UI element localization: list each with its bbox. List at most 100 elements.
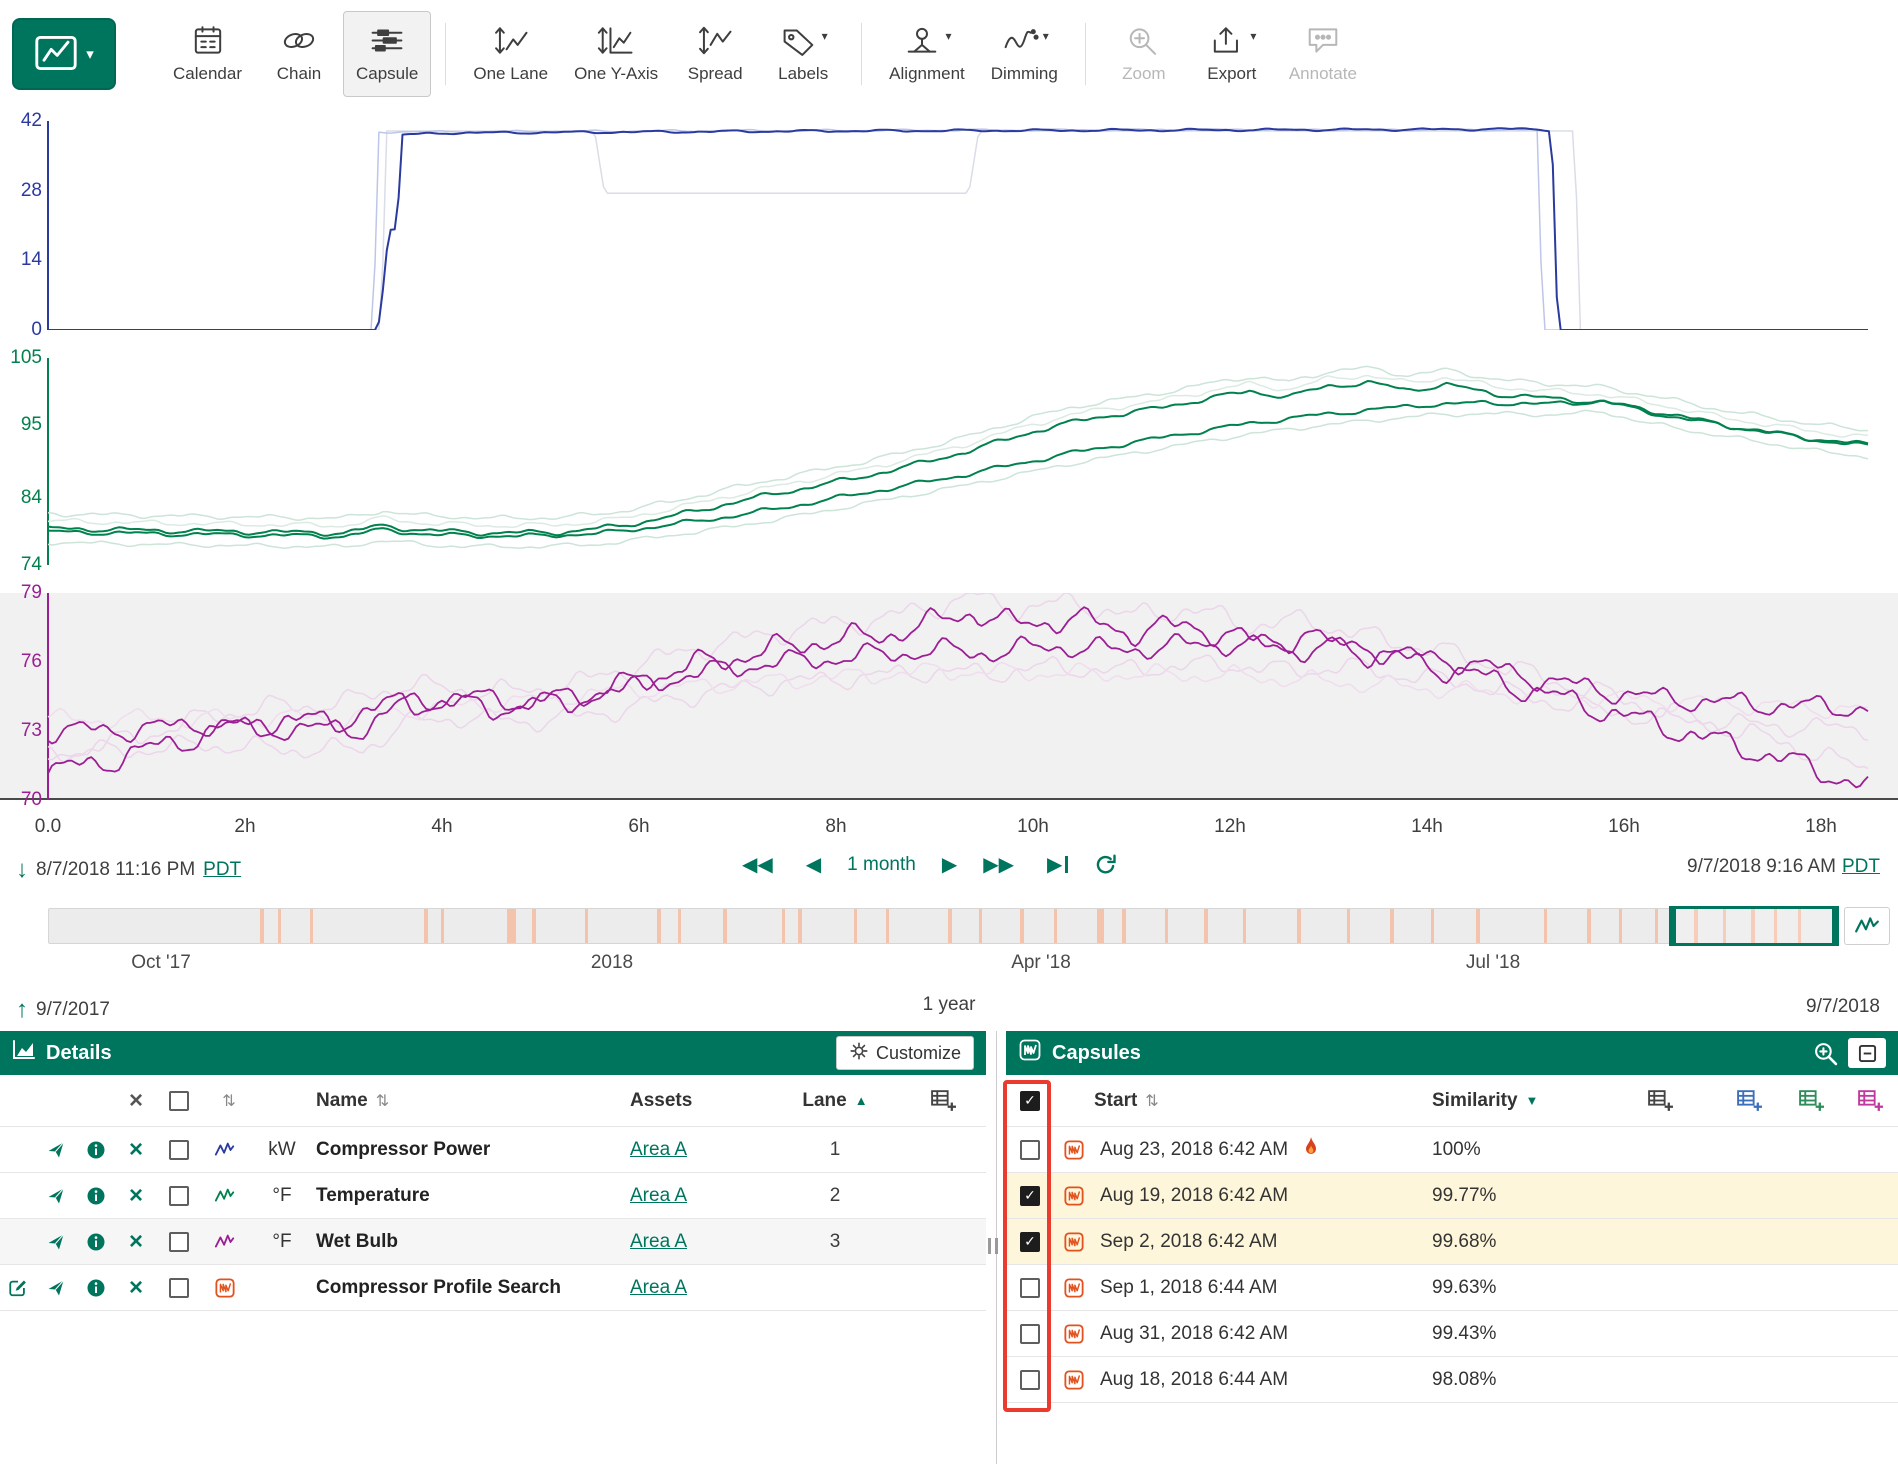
capsule-stripe — [1587, 909, 1591, 943]
zoom-to-capsule-icon[interactable] — [1813, 1041, 1838, 1066]
x-axis-tick-label: 4h — [431, 816, 452, 838]
capsule-row[interactable]: Aug 23, 2018 6:42 AM 100% — [1006, 1127, 1898, 1173]
item-name[interactable]: Temperature — [316, 1185, 630, 1207]
details-row[interactable]: × °F Wet Bulb Area A 3 — [0, 1219, 986, 1265]
remove-icon[interactable]: × — [116, 1276, 156, 1300]
step-forward-button[interactable]: ▶ — [942, 852, 957, 877]
asset-link[interactable]: Area A — [630, 1231, 687, 1253]
details-row[interactable]: × °F Temperature Area A 2 — [0, 1173, 986, 1219]
lane-temperature[interactable]: 105958474 — [0, 358, 1898, 565]
timezone-link[interactable]: PDT — [1842, 856, 1880, 878]
remove-icon[interactable]: × — [116, 1230, 156, 1254]
add-column-icon[interactable] — [1632, 1088, 1688, 1113]
toolbar-spread-button[interactable]: Spread — [671, 11, 759, 97]
refresh-icon[interactable] — [1094, 853, 1118, 877]
asset-link[interactable]: Area A — [630, 1277, 687, 1299]
navigate-icon[interactable] — [36, 1278, 76, 1298]
timezone-link[interactable]: PDT — [203, 859, 241, 881]
asset-link[interactable]: Area A — [630, 1185, 687, 1207]
series-wet-bulb-b — [48, 607, 1868, 787]
jump-to-end-button[interactable]: ▶ — [1047, 852, 1068, 877]
capsule-checkbox[interactable] — [1020, 1324, 1040, 1344]
info-icon[interactable] — [76, 1232, 116, 1252]
toolbar-export-button[interactable]: ▾ Export — [1188, 11, 1276, 97]
toolbar-chain-button[interactable]: Chain — [255, 11, 343, 97]
capsule-row[interactable]: Aug 31, 2018 6:42 AM 99.43% — [1006, 1311, 1898, 1357]
row-checkbox[interactable] — [169, 1140, 189, 1160]
display-range-selector[interactable] — [1676, 906, 1832, 946]
column-header-start[interactable]: Start — [1094, 1090, 1137, 1112]
remove-icon[interactable]: × — [116, 1184, 156, 1208]
capsule-stripe — [585, 909, 588, 943]
capsule-stripe — [532, 909, 536, 943]
info-icon[interactable] — [76, 1140, 116, 1160]
capsule-row[interactable]: Aug 18, 2018 6:44 AM 98.08% — [1006, 1357, 1898, 1403]
stats-column-magenta-icon[interactable] — [1842, 1088, 1898, 1113]
capsule-row[interactable]: ✓ Aug 19, 2018 6:42 AM 99.77% — [1006, 1173, 1898, 1219]
lane-compressor-power[interactable]: 4228140 — [0, 121, 1898, 330]
capsule-stripe — [1054, 909, 1057, 943]
asset-link[interactable]: Area A — [630, 1139, 687, 1161]
capsule-checkbox[interactable] — [1020, 1278, 1040, 1298]
toolbar-annotate-button[interactable]: Annotate — [1276, 11, 1370, 97]
capsule-checkbox[interactable] — [1020, 1370, 1040, 1390]
details-row[interactable]: × kW Compressor Power Area A 1 — [0, 1127, 986, 1173]
jump-forward-button[interactable]: ▶▶ — [983, 852, 1021, 877]
navigate-icon[interactable] — [36, 1232, 76, 1252]
capsules-panel-title: Capsules — [1052, 1042, 1141, 1065]
item-name[interactable]: Compressor Power — [316, 1139, 630, 1161]
toolbar-dimming-button[interactable]: ▾ Dimming — [978, 11, 1071, 97]
panel-resize-handle[interactable] — [988, 1238, 998, 1254]
toolbar-zoom-button[interactable]: Zoom — [1100, 11, 1188, 97]
info-icon[interactable] — [76, 1278, 116, 1298]
column-header-similarity[interactable]: Similarity — [1432, 1090, 1518, 1112]
select-all-capsules-checkbox[interactable]: ✓ — [1020, 1091, 1040, 1111]
step-size-label[interactable]: 1 month — [847, 854, 916, 876]
capsules-table-header: ✓ Start⇅ Similarity▼ — [1006, 1075, 1898, 1127]
timeline-signal-button[interactable] — [1844, 907, 1890, 945]
details-row[interactable]: × Compressor Profile Search Area A — [0, 1265, 986, 1311]
column-header-name[interactable]: Name — [316, 1090, 368, 1112]
shrink-range-icon[interactable]: ↓ — [16, 856, 28, 884]
add-column-icon[interactable] — [900, 1088, 986, 1113]
row-checkbox[interactable] — [169, 1186, 189, 1206]
row-checkbox[interactable] — [169, 1232, 189, 1252]
toolbar-alignment-button[interactable]: ▾ Alignment — [876, 11, 978, 97]
customize-button[interactable]: Customize — [836, 1036, 974, 1070]
info-icon[interactable] — [76, 1186, 116, 1206]
toolbar-calendar-button[interactable]: Calendar — [160, 11, 255, 97]
capsule-row[interactable]: Sep 1, 2018 6:44 AM 99.63% — [1006, 1265, 1898, 1311]
step-back-button[interactable]: ◀ — [806, 852, 821, 877]
toolbar-one-lane-button[interactable]: One Lane — [460, 11, 561, 97]
edit-icon[interactable] — [0, 1278, 36, 1298]
lane-wet-bulb[interactable]: 79767370 — [0, 593, 1898, 800]
toolbar-capsule-button[interactable]: Capsule — [343, 11, 431, 97]
jump-back-button[interactable]: ◀◀ — [742, 852, 780, 877]
capsule-similarity: 99.63% — [1432, 1277, 1632, 1299]
navigate-icon[interactable] — [36, 1140, 76, 1160]
remove-icon[interactable]: × — [116, 1138, 156, 1162]
item-name[interactable]: Compressor Profile Search — [316, 1277, 630, 1299]
worksheet-view-button[interactable]: ▾ — [12, 18, 116, 90]
capsule-checkbox[interactable]: ✓ — [1020, 1232, 1040, 1252]
collapse-panel-button[interactable] — [1848, 1038, 1886, 1068]
navigate-icon[interactable] — [36, 1186, 76, 1206]
item-name[interactable]: Wet Bulb — [316, 1231, 630, 1253]
capsule-checkbox[interactable]: ✓ — [1020, 1186, 1040, 1206]
investigate-timeline[interactable] — [48, 908, 1838, 944]
toolbar-labels-button[interactable]: ▾ Labels — [759, 11, 847, 97]
capsule-similarity: 99.43% — [1432, 1323, 1632, 1345]
column-header-lane[interactable]: Lane — [802, 1090, 846, 1112]
capsule-row[interactable]: ✓ Sep 2, 2018 6:42 AM 99.68% — [1006, 1219, 1898, 1265]
remove-all-icon[interactable]: × — [116, 1089, 156, 1113]
select-all-checkbox[interactable] — [169, 1091, 189, 1111]
stats-column-blue-icon[interactable] — [1718, 1088, 1780, 1113]
expand-range-icon[interactable]: ↑ — [16, 996, 28, 1024]
toolbar-one-y-axis-button[interactable]: One Y-Axis — [561, 11, 671, 97]
column-header-assets[interactable]: Assets — [630, 1090, 770, 1112]
capsule-stripe — [1619, 909, 1622, 943]
capsule-checkbox[interactable] — [1020, 1140, 1040, 1160]
sort-type-icon[interactable]: ⇅ — [210, 1091, 248, 1111]
row-checkbox[interactable] — [169, 1278, 189, 1298]
stats-column-green-icon[interactable] — [1780, 1088, 1842, 1113]
